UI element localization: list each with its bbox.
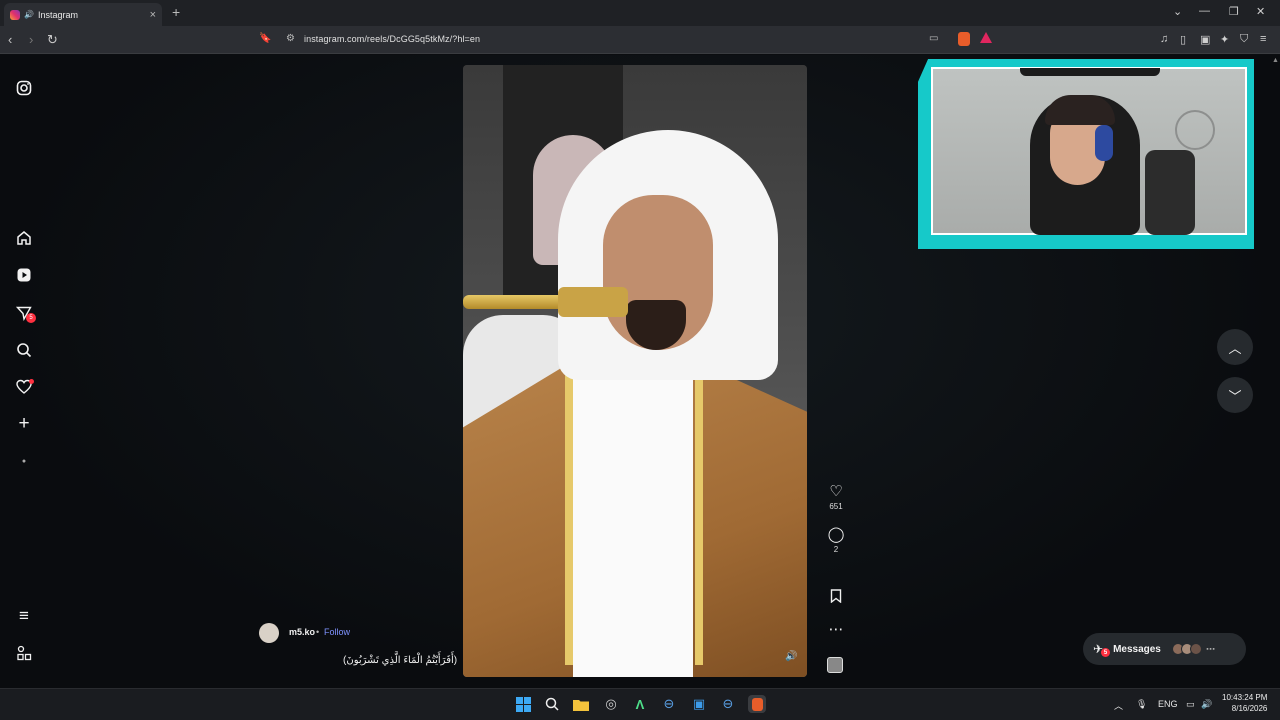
- obs-icon[interactable]: ◎: [602, 695, 620, 713]
- tab-instagram[interactable]: 🔊 Instagram ×: [4, 3, 162, 26]
- brave-taskbar-icon[interactable]: [748, 695, 766, 713]
- tab-title: Instagram: [37, 9, 78, 20]
- chevron-up-icon[interactable]: ︿: [1114, 699, 1123, 712]
- ellipsis-icon: ⋯: [1205, 643, 1215, 654]
- webcam-background-fan: [1175, 110, 1215, 150]
- cast-icon[interactable]: ▭: [929, 33, 938, 44]
- address-input[interactable]: instagram.com/reels/DcGG5q5tkMz/?hl=en: [304, 34, 480, 44]
- like-button[interactable]: ♡ 651: [822, 483, 850, 512]
- bookmark-icon: [822, 589, 850, 607]
- messages-pill[interactable]: ✈ 5 Messages ⋯: [1083, 633, 1246, 665]
- video-robe-trim: [565, 365, 573, 665]
- save-button[interactable]: [822, 589, 850, 607]
- reel-caption[interactable]: (أَفَرَأَيْتُمُ الْمَاءَ الَّذِي تَشْرَب…: [343, 655, 457, 666]
- notification-dot: [29, 379, 34, 384]
- app-a-icon[interactable]: Λ: [631, 695, 649, 713]
- home-icon[interactable]: [14, 228, 34, 248]
- messages-count-badge: 5: [26, 313, 36, 323]
- messages-badge: 5: [1101, 648, 1110, 657]
- network-icon[interactable]: ▭: [1186, 699, 1195, 710]
- author-avatar[interactable]: [259, 623, 279, 643]
- messages-label: Messages: [1113, 643, 1161, 655]
- minimize-button[interactable]: —: [1199, 5, 1210, 17]
- clock[interactable]: 10:43:24 PM 8/16/2026: [1222, 692, 1267, 714]
- new-tab-button[interactable]: +: [172, 4, 180, 20]
- previous-reel-button[interactable]: ︿: [1217, 329, 1253, 365]
- app-window-icon[interactable]: ▣: [690, 695, 708, 713]
- browser-toolbar: ‹ › ↻ 🔖 ⚙ instagram.com/reels/DcGG5q5tkM…: [0, 26, 1280, 54]
- restore-button[interactable]: ❐: [1229, 5, 1239, 18]
- webcam-chair: [1145, 150, 1195, 235]
- clock-time: 10:43:24 PM: [1222, 693, 1268, 702]
- reels-icon[interactable]: [14, 265, 34, 285]
- close-window-button[interactable]: ✕: [1256, 5, 1265, 18]
- heart-icon: ♡: [829, 483, 843, 500]
- video-robe-trim: [695, 365, 703, 665]
- direct-messages-icon[interactable]: 5: [14, 303, 36, 323]
- browser-tab-strip: 🔊 Instagram × + ⌄ — ❐ ✕: [0, 0, 1280, 26]
- media-icon[interactable]: ♫: [1160, 33, 1168, 45]
- webcam-person-hair: [1045, 95, 1115, 125]
- volume-icon[interactable]: 🔊: [1201, 699, 1212, 710]
- follow-button[interactable]: Follow: [324, 627, 350, 637]
- more-options-button[interactable]: ⋯: [822, 622, 850, 638]
- menu-icon[interactable]: ≡: [1260, 33, 1266, 45]
- headset-icon: [1095, 125, 1113, 161]
- windows-start-icon[interactable]: [514, 695, 532, 713]
- chevron-up-icon: ︿: [1228, 340, 1242, 356]
- wallet-icon[interactable]: ▣: [1200, 33, 1210, 46]
- mute-toggle-icon[interactable]: 🔊: [785, 651, 797, 663]
- notifications-heart-icon[interactable]: [14, 377, 34, 397]
- brave-shields-icon[interactable]: [958, 32, 970, 46]
- also-from-meta-icon[interactable]: [14, 643, 34, 663]
- audio-track-thumbnail[interactable]: [827, 657, 843, 673]
- create-plus-icon[interactable]: +: [14, 413, 34, 434]
- search-icon[interactable]: [543, 695, 561, 713]
- next-reel-button[interactable]: ﹀: [1217, 377, 1253, 413]
- site-settings-icon[interactable]: ⚙: [286, 33, 295, 44]
- avatar: [1189, 643, 1202, 655]
- like-count: 651: [829, 502, 843, 511]
- tab-search-icon[interactable]: ⌄: [1173, 5, 1182, 18]
- brave-icon: [751, 697, 763, 711]
- video-microphone-head: [558, 287, 628, 317]
- bookmark-icon[interactable]: 🔖: [259, 33, 271, 44]
- clock-date: 8/16/2026: [1231, 704, 1268, 713]
- video-thobe: [573, 350, 693, 677]
- audio-playing-icon[interactable]: 🔊: [24, 10, 34, 19]
- profile-avatar-icon[interactable]: ●: [14, 451, 34, 471]
- comment-count: 2: [833, 545, 839, 554]
- search-icon[interactable]: [14, 340, 34, 360]
- author-username[interactable]: m5.ko: [289, 627, 315, 637]
- brave-rewards-icon[interactable]: [980, 32, 992, 43]
- reload-icon[interactable]: ↻: [47, 32, 58, 48]
- ellipsis-icon: ⋯: [828, 621, 844, 638]
- comment-button[interactable]: ◯ 2: [822, 526, 850, 555]
- steam-icon-2[interactable]: ⊖: [719, 695, 737, 713]
- forward-arrow-icon[interactable]: ›: [29, 32, 33, 47]
- close-tab-icon[interactable]: ×: [150, 9, 156, 21]
- steam-icon[interactable]: ⊖: [660, 695, 678, 713]
- chevron-down-icon: ﹀: [1228, 388, 1242, 404]
- scrollbar-up-arrow[interactable]: ▲: [1272, 57, 1279, 69]
- leo-ai-icon[interactable]: ✦: [1220, 33, 1229, 46]
- comment-bubble-icon: ◯: [827, 526, 845, 543]
- instagram-favicon-icon: [10, 9, 20, 20]
- language-indicator[interactable]: ENG: [1158, 699, 1178, 709]
- file-explorer-icon[interactable]: [572, 695, 590, 713]
- microphone-icon[interactable]: 🎙: [1136, 699, 1147, 710]
- messenger-icon: ✈ 5: [1093, 642, 1110, 657]
- vpn-shield-icon[interactable]: ⛉: [1240, 33, 1248, 46]
- more-menu-icon[interactable]: ≡: [14, 606, 34, 626]
- back-arrow-icon[interactable]: ‹: [8, 32, 12, 47]
- reel-video[interactable]: 🔊: [463, 65, 807, 677]
- author-separator: •: [316, 627, 320, 637]
- sidebar-toggle-icon[interactable]: ▯: [1180, 33, 1186, 46]
- instagram-logo-icon[interactable]: [14, 78, 34, 98]
- webcam-frame-notch: [1020, 68, 1160, 76]
